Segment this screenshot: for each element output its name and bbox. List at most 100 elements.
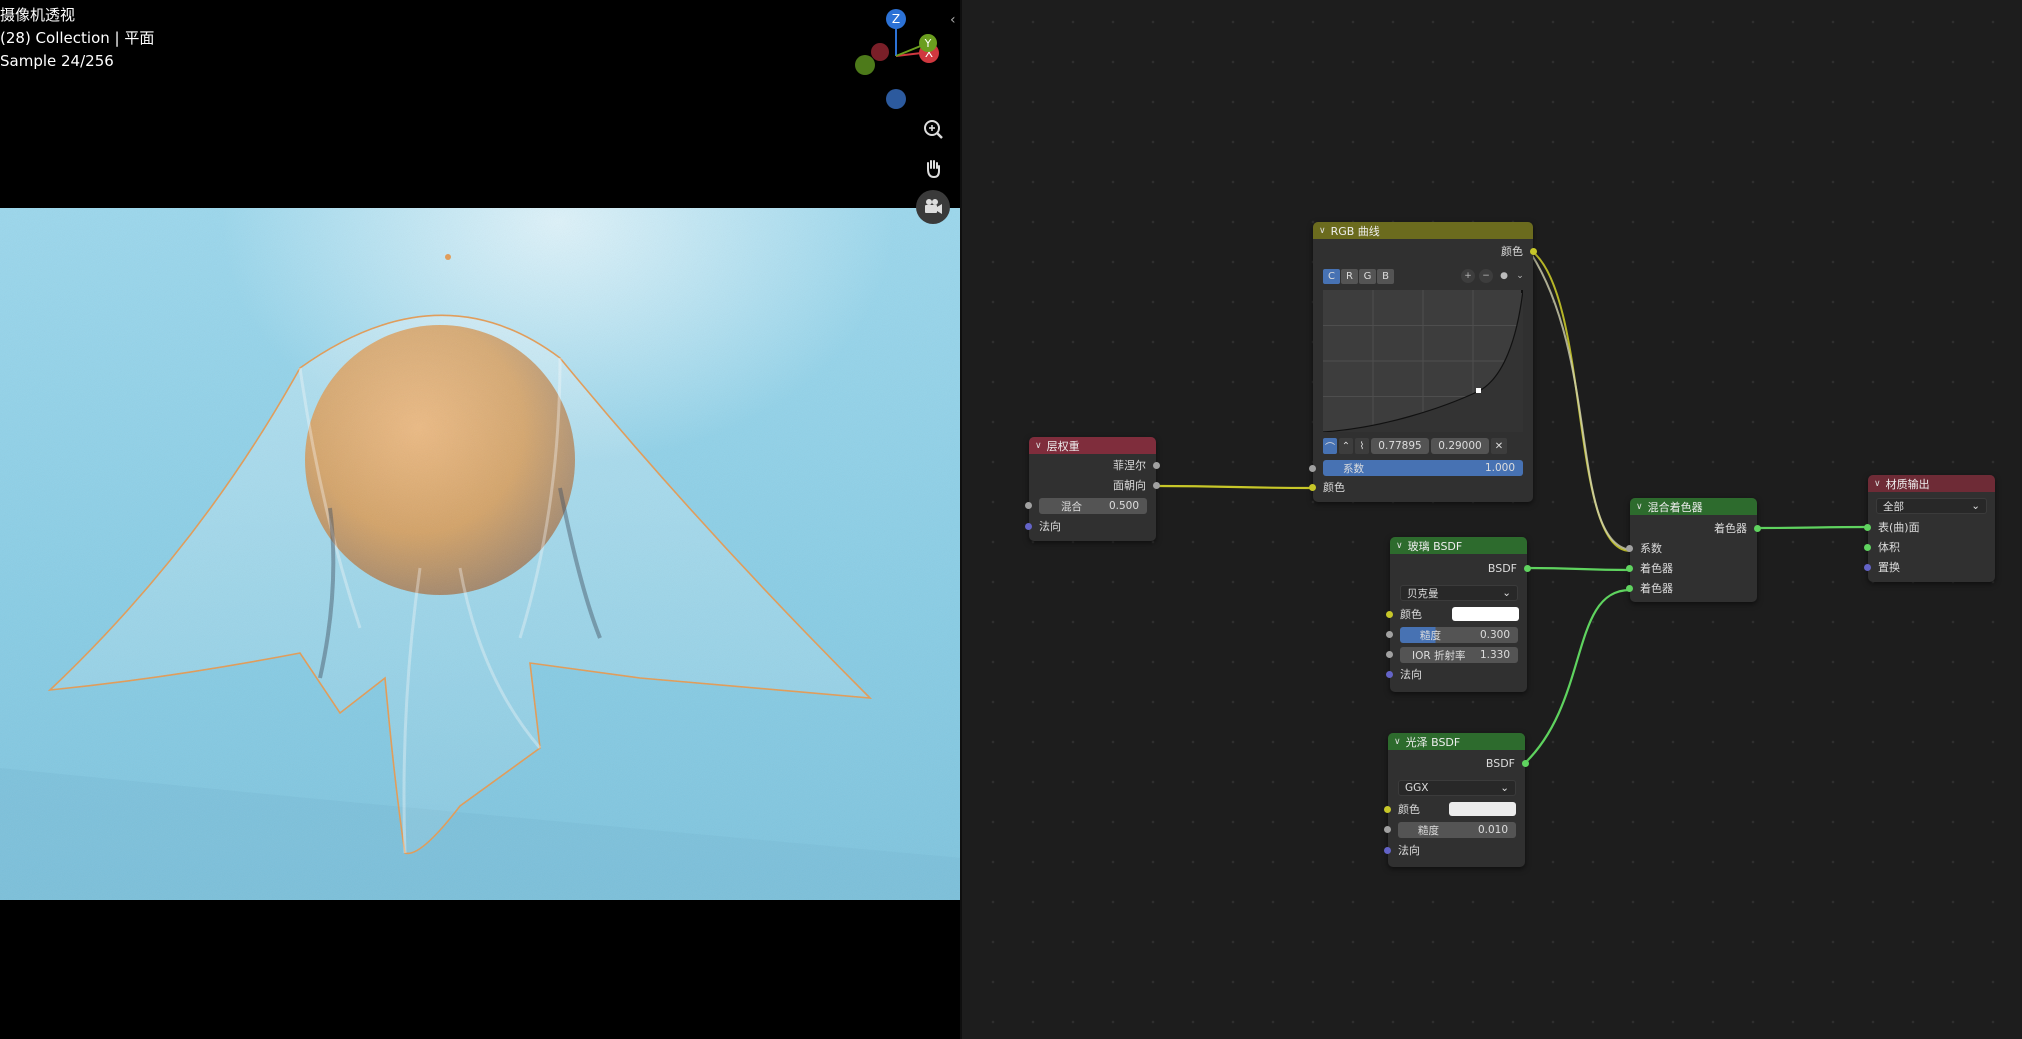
input-socket[interactable] bbox=[1864, 524, 1871, 531]
glass-bsdf-node[interactable]: ∨ 玻璃 BSDF BSDF 贝克曼 ⌄ 颜色 糙度 0.300 IOR 折射率… bbox=[1386, 537, 1531, 692]
axis-gizmo[interactable]: Z X Y bbox=[846, 6, 946, 116]
collection-info: (28) Collection | 平面 bbox=[0, 29, 155, 47]
camera-icon[interactable] bbox=[916, 190, 950, 224]
collapse-node-icon[interactable]: ∨ bbox=[1636, 502, 1643, 512]
socket-label: 颜色 bbox=[1398, 803, 1420, 816]
color-swatch[interactable] bbox=[1452, 607, 1519, 621]
ior-field[interactable]: IOR 折射率 1.330 bbox=[1400, 647, 1518, 663]
socket-label: 法向 bbox=[1039, 520, 1061, 533]
input-socket[interactable] bbox=[1864, 564, 1871, 571]
collapse-node-icon[interactable]: ∨ bbox=[1396, 541, 1403, 551]
glossy-bsdf-header[interactable]: ∨ 光泽 BSDF bbox=[1388, 733, 1525, 750]
node-title: 材质输出 bbox=[1885, 477, 1930, 491]
collapse-node-icon[interactable]: ∨ bbox=[1319, 226, 1326, 236]
input-socket[interactable] bbox=[1384, 826, 1391, 833]
socket-label: 法向 bbox=[1398, 844, 1420, 857]
input-shader-1: 着色器 bbox=[1626, 559, 1757, 577]
clipping-icon[interactable]: ● bbox=[1497, 269, 1511, 283]
point-x-field[interactable]: 0.77895 bbox=[1371, 438, 1429, 454]
output-color: 颜色 bbox=[1313, 242, 1537, 260]
channel-r-button[interactable]: R bbox=[1341, 269, 1358, 284]
node-title: 玻璃 BSDF bbox=[1407, 539, 1463, 553]
input-socket[interactable] bbox=[1025, 523, 1032, 530]
input-socket[interactable] bbox=[1384, 806, 1391, 813]
auto-handle-icon[interactable]: ⌒ bbox=[1323, 438, 1337, 454]
factor-field[interactable]: 系数 1.000 bbox=[1323, 460, 1523, 476]
channel-b-button[interactable]: B bbox=[1377, 269, 1394, 284]
input-socket[interactable] bbox=[1626, 585, 1633, 592]
mix-shader-node[interactable]: ∨ 混合着色器 着色器 系数 着色器 着色器 bbox=[1626, 498, 1761, 602]
vector-handle-icon[interactable]: ⌃ bbox=[1339, 438, 1353, 454]
field-value: 0.300 bbox=[1479, 629, 1510, 641]
input-shader-2: 着色器 bbox=[1626, 579, 1757, 597]
node-title: 混合着色器 bbox=[1647, 500, 1703, 514]
collapse-node-icon[interactable]: ∨ bbox=[1874, 479, 1881, 489]
input-socket[interactable] bbox=[1626, 565, 1633, 572]
point-y-field[interactable]: 0.29000 bbox=[1431, 438, 1489, 454]
3d-viewport[interactable]: 摄像机透视 (28) Collection | 平面 Sample 24/256… bbox=[0, 0, 962, 1039]
blend-field[interactable]: 混合 0.500 bbox=[1039, 498, 1147, 514]
socket-label: 面朝向 bbox=[1113, 479, 1146, 492]
zoom-icon[interactable] bbox=[916, 112, 950, 146]
curve-graph[interactable] bbox=[1323, 290, 1523, 432]
rgb-curves-node[interactable]: ∨ RGB 曲线 颜色 C R G B + − ● ⌄ ⌒ ⌃ ⌇ 0.7789… bbox=[1309, 222, 1537, 502]
color-swatch[interactable] bbox=[1449, 802, 1516, 816]
curve-point[interactable] bbox=[1476, 388, 1481, 393]
output-socket[interactable] bbox=[1522, 760, 1529, 767]
socket-label: 着色器 bbox=[1714, 522, 1747, 535]
roughness-field[interactable]: 糙度 0.300 bbox=[1400, 627, 1518, 643]
input-normal: 法向 bbox=[1025, 517, 1156, 535]
roughness-field[interactable]: 糙度 0.010 bbox=[1398, 822, 1516, 838]
output-socket[interactable] bbox=[1153, 482, 1160, 489]
output-socket[interactable] bbox=[1524, 565, 1531, 572]
collapse-sidebar-icon[interactable]: ‹ bbox=[950, 12, 956, 28]
channel-c-button[interactable]: C bbox=[1323, 269, 1340, 284]
input-displacement: 置换 bbox=[1864, 558, 1995, 576]
zoom-out-icon[interactable]: − bbox=[1479, 269, 1493, 283]
rgb-curves-header[interactable]: ∨ RGB 曲线 bbox=[1313, 222, 1533, 239]
material-output-header[interactable]: ∨ 材质输出 bbox=[1868, 475, 1995, 492]
mix-shader-header[interactable]: ∨ 混合着色器 bbox=[1630, 498, 1757, 515]
node-title: 层权重 bbox=[1046, 439, 1080, 453]
svg-text:Z: Z bbox=[892, 12, 900, 26]
input-socket[interactable] bbox=[1309, 484, 1316, 491]
output-socket[interactable] bbox=[1530, 248, 1537, 255]
distribution-dropdown[interactable]: GGX ⌄ bbox=[1398, 780, 1516, 796]
chevron-down-icon[interactable]: ⌄ bbox=[1513, 269, 1527, 283]
socket-label: 法向 bbox=[1400, 668, 1422, 681]
output-shader: 着色器 bbox=[1630, 519, 1761, 537]
input-socket[interactable] bbox=[1386, 651, 1393, 658]
layer-weight-node[interactable]: ∨ 层权重 菲涅尔 面朝向 混合 0.500 法向 bbox=[1025, 437, 1160, 541]
input-socket[interactable] bbox=[1384, 847, 1391, 854]
input-socket[interactable] bbox=[1386, 631, 1393, 638]
glass-bsdf-header[interactable]: ∨ 玻璃 BSDF bbox=[1390, 537, 1527, 554]
chevron-down-icon: ⌄ bbox=[1502, 587, 1511, 599]
socket-label: 体积 bbox=[1878, 541, 1900, 554]
output-socket[interactable] bbox=[1153, 462, 1160, 469]
input-socket[interactable] bbox=[1864, 544, 1871, 551]
delete-point-icon[interactable]: ✕ bbox=[1491, 438, 1507, 454]
free-handle-icon[interactable]: ⌇ bbox=[1355, 438, 1369, 454]
collapse-node-icon[interactable]: ∨ bbox=[1394, 737, 1401, 747]
input-surface: 表(曲)面 bbox=[1864, 518, 1995, 536]
channel-g-button[interactable]: G bbox=[1359, 269, 1376, 284]
distribution-dropdown[interactable]: 贝克曼 ⌄ bbox=[1400, 585, 1518, 601]
curve-channel-bar: C R G B + − ● ⌄ bbox=[1323, 269, 1524, 284]
layer-weight-header[interactable]: ∨ 层权重 bbox=[1029, 437, 1156, 454]
input-socket[interactable] bbox=[1025, 502, 1032, 509]
input-socket[interactable] bbox=[1309, 465, 1316, 472]
socket-label: 颜色 bbox=[1400, 608, 1422, 621]
target-dropdown[interactable]: 全部 ⌄ bbox=[1876, 498, 1987, 514]
socket-label: 颜色 bbox=[1323, 481, 1345, 494]
material-output-node[interactable]: ∨ 材质输出 全部 ⌄ 表(曲)面 体积 置换 bbox=[1864, 475, 1995, 582]
hand-icon[interactable] bbox=[916, 151, 950, 185]
glossy-bsdf-node[interactable]: ∨ 光泽 BSDF BSDF GGX ⌄ 颜色 糙度 0.010 法向 bbox=[1384, 733, 1529, 867]
field-label: IOR 折射率 bbox=[1412, 649, 1466, 662]
collapse-node-icon[interactable]: ∨ bbox=[1035, 441, 1042, 451]
field-value: 0.500 bbox=[1108, 500, 1139, 512]
output-socket[interactable] bbox=[1754, 525, 1761, 532]
input-socket[interactable] bbox=[1626, 545, 1633, 552]
input-socket[interactable] bbox=[1386, 611, 1393, 618]
input-socket[interactable] bbox=[1386, 671, 1393, 678]
zoom-in-icon[interactable]: + bbox=[1461, 269, 1475, 283]
